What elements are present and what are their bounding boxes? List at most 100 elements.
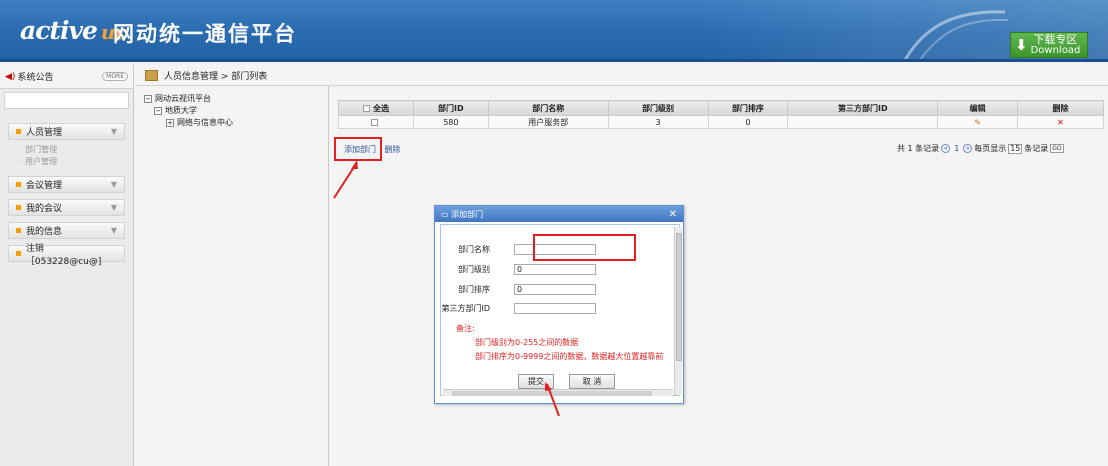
dialog-icon: ▭: [441, 209, 452, 219]
sidebar-item-logout[interactable]: 注销［053228@cu@]: [8, 244, 125, 267]
third-party-id-input[interactable]: [514, 302, 596, 314]
col-select-all[interactable]: 全选: [338, 100, 414, 116]
bullet-icon: [16, 129, 21, 134]
chevron-down-icon: ▼: [110, 127, 117, 136]
col-dept-name: 部门名称: [487, 100, 609, 116]
breadcrumb: 人员信息管理 > 部门列表: [135, 65, 1108, 86]
sidebar-menu: 人员管理 ▼ · 部门管理 · 用户管理 会议管理 ▼ 我的会议 ▼ 我的信息 …: [0, 123, 133, 267]
collapse-icon[interactable]: −: [154, 107, 162, 115]
notice-label: 系统公告: [17, 73, 54, 83]
more-button[interactable]: MORE: [102, 72, 128, 81]
chevron-down-icon: ▼: [110, 203, 117, 212]
highlight-box: [533, 234, 636, 261]
tree-node-university[interactable]: − 地质大学: [154, 105, 233, 117]
red-arrow-icon: [333, 160, 358, 199]
sidebar-item-my-meetings[interactable]: 我的会议 ▼: [8, 199, 125, 216]
field-row: 第三方部门ID: [441, 301, 671, 315]
red-arrow-icon: [545, 382, 560, 417]
sidebar-item-label: 我的会议: [26, 204, 63, 214]
col-dept-level: 部门级别: [607, 100, 709, 116]
delete-icon[interactable]: ✕: [1057, 118, 1064, 127]
note-title: 备注:: [456, 324, 475, 333]
cell-dept-name: 用户服务部: [487, 115, 609, 129]
per-page-input[interactable]: 15: [1008, 143, 1023, 154]
sidebar-submenu: · 部门管理 · 用户管理: [20, 144, 133, 168]
field-row: 部门级别 0: [441, 262, 671, 276]
chevron-down-icon: ▼: [110, 226, 117, 235]
sidebar-subitem-department[interactable]: · 部门管理: [20, 144, 133, 156]
download-icon: ⬇: [1015, 36, 1028, 54]
sidebar-subitem-user[interactable]: · 用户管理: [20, 156, 133, 168]
download-button[interactable]: ⬇ 下载专区 Download: [1010, 32, 1088, 58]
field-row: 部门排序 0: [441, 282, 671, 296]
dept-level-input[interactable]: 0: [514, 263, 596, 275]
total-records: 共 1 条记录: [897, 144, 940, 153]
app-header: active uc 网动统一通信平台 ⬇ 下载专区 Download: [0, 0, 1108, 62]
cancel-button[interactable]: 取 消: [569, 374, 615, 389]
note-line: 部门排序为0-9999之间的数据，数据越大位置越靠前: [475, 352, 664, 361]
sidebar-item-meeting-manage[interactable]: 会议管理 ▼: [8, 176, 125, 193]
sidebar-item-label: 我的信息: [26, 227, 63, 237]
cell-third-party-id: [787, 115, 939, 129]
tree-node-root[interactable]: − 网动云视讯平台: [144, 93, 233, 105]
swoosh-decoration-icon: [903, 10, 1009, 59]
download-sublabel: Download: [1030, 45, 1081, 56]
prev-page-icon[interactable]: «: [941, 144, 951, 153]
expand-icon[interactable]: +: [166, 119, 174, 127]
close-icon[interactable]: ✕: [669, 209, 677, 220]
field-label: 第三方部门ID: [441, 303, 490, 313]
delete-link[interactable]: 删除: [385, 145, 401, 154]
download-label: 下载专区: [1033, 33, 1078, 46]
tree-node-network-center[interactable]: + 网络与信息中心: [166, 117, 233, 129]
col-delete: 删除: [1017, 100, 1104, 116]
breadcrumb-text: 人员信息管理 > 部门列表: [164, 71, 268, 82]
col-dept-id: 部门ID: [412, 100, 489, 116]
bullet-icon: [16, 182, 21, 187]
checkbox[interactable]: [362, 104, 370, 112]
sidebar-item-my-info[interactable]: 我的信息 ▼: [8, 222, 125, 239]
per-page-suffix: 条记录: [1024, 144, 1049, 153]
speaker-icon: ◀): [5, 71, 16, 82]
field-label: 部门级别: [458, 264, 490, 274]
row-checkbox[interactable]: [370, 118, 378, 126]
home-icon: [145, 69, 158, 81]
col-third-party-id: 第三方部门ID: [787, 100, 939, 116]
sidebar-item-label: 注销［053228@cu@]: [25, 243, 102, 267]
notice-bar: ◀) 系统公告 MORE: [0, 65, 133, 89]
notice-content: [4, 92, 129, 109]
current-page[interactable]: 1: [954, 144, 959, 153]
dialog-title: 添加部门: [451, 209, 484, 219]
dialog-titlebar: ▭ 添加部门 ✕: [435, 206, 683, 222]
field-label: 部门排序: [458, 284, 490, 294]
pagination: 共 1 条记录 « 1 » 每页显示 15 条记录 GO: [897, 143, 1064, 154]
sidebar-item-label: 会议管理: [26, 181, 63, 191]
col-dept-order: 部门排序: [707, 100, 789, 116]
col-edit: 编辑: [937, 100, 1019, 116]
sidebar-item-personnel[interactable]: 人员管理 ▼: [8, 123, 125, 140]
logo-text: active: [20, 16, 98, 45]
table-header-row: 全选 部门ID 部门名称 部门级别 部门排序 第三方部门ID 编辑 删除: [338, 100, 1104, 116]
sidebar-item-label: 人员管理: [26, 128, 63, 138]
next-page-icon[interactable]: »: [963, 144, 973, 153]
go-button[interactable]: GO: [1050, 144, 1064, 153]
sidebar: ◀) 系统公告 MORE 人员管理 ▼ · 部门管理 · 用户管理 会议管理 ▼…: [0, 65, 134, 466]
app-logo: active uc: [20, 16, 127, 45]
cell-dept-level: 3: [607, 115, 709, 129]
vertical-scrollbar[interactable]: [674, 227, 682, 395]
bullet-icon: [16, 228, 21, 233]
chevron-down-icon: ▼: [110, 180, 117, 189]
highlight-box: [334, 137, 382, 161]
bullet-icon: [16, 205, 21, 210]
app-title: 网动统一通信平台: [113, 22, 297, 46]
note-line: 部门级别为0-255之间的数据: [475, 338, 579, 347]
table-row: 580 用户服务部 3 0 ✎ ✕: [338, 115, 1104, 129]
field-label: 部门名称: [458, 244, 490, 254]
per-page-prefix: 每页显示: [974, 144, 1007, 153]
collapse-icon[interactable]: −: [144, 95, 152, 103]
cell-dept-id: 580: [412, 115, 489, 129]
dept-order-input[interactable]: 0: [514, 283, 596, 295]
bullet-icon: [16, 251, 21, 256]
department-table: 全选 部门ID 部门名称 部门级别 部门排序 第三方部门ID 编辑 删除 580…: [338, 100, 1104, 129]
department-tree: − 网动云视讯平台 − 地质大学 + 网络与信息中心: [144, 93, 233, 129]
edit-icon[interactable]: ✎: [974, 118, 981, 127]
